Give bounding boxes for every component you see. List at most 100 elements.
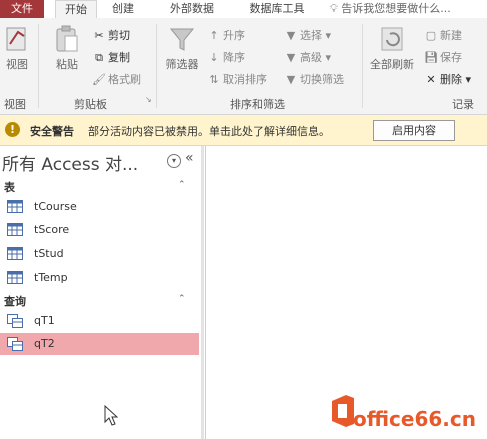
security-warning-title: 安全警告 — [30, 125, 74, 138]
save-icon: 💾︎ — [424, 51, 438, 64]
format-painter-button[interactable]: 🖌︎ 格式刷 — [92, 72, 141, 88]
remove-sort-button[interactable]: ⇅ 取消排序 — [207, 72, 267, 88]
toggle-filter-label: 切换筛选 — [300, 73, 344, 86]
tab-external-data[interactable]: 外部数据 — [160, 0, 224, 18]
table-icon — [7, 271, 23, 284]
collapse-queries-icon[interactable]: ⌃ — [178, 294, 186, 304]
nav-table-item[interactable]: tStud — [0, 243, 199, 265]
shutter-bar-close-icon[interactable]: « — [185, 150, 194, 166]
cut-button[interactable]: ✂ 剪切 — [92, 28, 130, 44]
table-name: tCourse — [34, 200, 77, 213]
nav-query-item-selected[interactable]: qT2 — [0, 333, 199, 355]
sort-ascending-label: 升序 — [223, 29, 245, 42]
tab-home[interactable]: 开始 — [55, 0, 97, 19]
tell-me-text: 告诉我您想要做什么... — [341, 2, 451, 15]
save-record-button[interactable]: 💾︎ 保存 — [424, 50, 462, 66]
group-label-views: 视图 — [4, 98, 26, 111]
remove-sort-icon: ⇅ — [209, 73, 219, 86]
mouse-pointer-icon — [104, 405, 118, 426]
query-icon — [7, 314, 23, 328]
brush-icon: 🖌︎ — [92, 73, 106, 86]
format-painter-label: 格式刷 — [108, 73, 141, 86]
tables-section-header[interactable]: 表 — [4, 179, 15, 195]
funnel-icon — [169, 28, 195, 51]
sort-descending-icon: ↓ — [209, 51, 219, 64]
tab-database-tools[interactable]: 数据库工具 — [238, 0, 316, 18]
queries-section-header[interactable]: 查询 — [4, 293, 26, 309]
query-icon — [7, 337, 23, 351]
paste-button[interactable]: 粘贴 — [50, 24, 84, 72]
nav-table-item[interactable]: tCourse — [0, 196, 199, 218]
refresh-all-button[interactable]: 全部刷新 — [366, 24, 418, 72]
group-label-sort-filter: 排序和筛选 — [230, 98, 285, 111]
security-warning-bar: ! 安全警告 部分活动内容已被禁用。单击此处了解详细信息。 启用内容 — [0, 115, 487, 146]
nav-table-item[interactable]: tScore — [0, 219, 199, 241]
advanced-filter-icon: ▼ — [286, 51, 296, 64]
group-label-records: 记录 — [452, 98, 474, 111]
tab-file[interactable]: 文件 — [0, 0, 44, 18]
group-label-clipboard: 剪贴板 — [74, 98, 107, 111]
table-name: tStud — [34, 247, 64, 260]
new-record-button[interactable]: ▢ 新建 — [424, 28, 462, 44]
nav-query-item[interactable]: qT1 — [0, 310, 199, 332]
ribbon-home: 视图 视图 粘贴 ✂ 剪切 ⧉ 复制 🖌︎ 格式刷 剪贴板 ↘ 筛选器 ↑ 升序 ↓ 降序… — [0, 18, 487, 115]
view-label: 视图 — [6, 58, 28, 71]
navigation-pane-title[interactable]: 所有 Access 对... — [2, 150, 138, 175]
table-name: tScore — [34, 223, 70, 236]
warning-icon: ! — [5, 122, 20, 137]
view-button[interactable]: 视图 — [2, 24, 32, 72]
table-icon — [7, 200, 23, 213]
selection-filter-icon: ▼ — [286, 29, 296, 42]
save-record-label: 保存 — [440, 51, 462, 64]
watermark-text: office66.cn — [353, 407, 476, 431]
remove-sort-label: 取消排序 — [223, 73, 267, 86]
advanced-button[interactable]: ▼ 高级 ▾ — [284, 50, 331, 66]
lightbulb-icon: 💡︎ — [330, 2, 338, 15]
view-icon — [6, 27, 26, 51]
delete-x-icon: ✕ — [426, 73, 436, 86]
group-separator — [156, 24, 157, 108]
office-logo-icon — [332, 395, 354, 427]
copy-button[interactable]: ⧉ 复制 — [92, 50, 130, 66]
filter-label: 筛选器 — [165, 58, 199, 71]
table-icon — [7, 247, 23, 260]
query-name: qT1 — [34, 314, 55, 327]
copy-icon: ⧉ — [95, 51, 103, 64]
security-warning-message[interactable]: 部分活动内容已被禁用。单击此处了解详细信息。 — [88, 123, 330, 139]
tell-me-box[interactable]: 💡︎ 告诉我您想要做什么... — [330, 0, 451, 18]
refresh-all-label: 全部刷新 — [370, 58, 414, 71]
toggle-filter-icon: ▼ — [286, 73, 296, 86]
sort-descending-button[interactable]: ↓ 降序 — [207, 50, 245, 66]
delete-record-button[interactable]: ✕ 删除 ▾ — [424, 72, 471, 88]
copy-label: 复制 — [108, 51, 130, 64]
group-separator — [362, 24, 363, 108]
sort-ascending-icon: ↑ — [209, 29, 219, 42]
new-record-icon: ▢ — [425, 29, 437, 42]
sort-descending-label: 降序 — [223, 51, 245, 64]
nav-table-item[interactable]: tTemp — [0, 267, 199, 289]
cut-label: 剪切 — [108, 29, 130, 42]
ribbon-tab-row: 文件 开始 创建 外部数据 数据库工具 💡︎ 告诉我您想要做什么... — [0, 0, 487, 19]
navigation-pane: 所有 Access 对... ▾ « 表 ⌃ tCourse tScore tS… — [0, 146, 204, 439]
filter-button[interactable]: 筛选器 — [162, 24, 202, 72]
toggle-filter-button[interactable]: ▼ 切换筛选 — [284, 72, 344, 88]
tab-create[interactable]: 创建 — [103, 0, 143, 18]
group-separator — [38, 24, 39, 108]
query-name: qT2 — [34, 337, 55, 350]
paste-label: 粘贴 — [56, 58, 78, 71]
scissors-icon: ✂ — [94, 29, 104, 42]
delete-record-label: 删除 — [440, 73, 462, 86]
clipboard-launcher-icon[interactable]: ↘ — [145, 92, 152, 108]
new-record-label: 新建 — [440, 29, 462, 42]
collapse-tables-icon[interactable]: ⌃ — [178, 180, 186, 190]
selection-label: 选择 — [300, 29, 322, 42]
advanced-label: 高级 — [300, 51, 322, 64]
paste-icon — [56, 25, 78, 52]
sort-ascending-button[interactable]: ↑ 升序 — [207, 28, 245, 44]
enable-content-button[interactable]: 启用内容 — [373, 120, 455, 141]
selection-button[interactable]: ▼ 选择 ▾ — [284, 28, 331, 44]
table-icon — [7, 223, 23, 236]
refresh-icon — [381, 27, 403, 51]
nav-menu-dropdown-icon[interactable]: ▾ — [167, 154, 181, 168]
table-name: tTemp — [34, 271, 68, 284]
